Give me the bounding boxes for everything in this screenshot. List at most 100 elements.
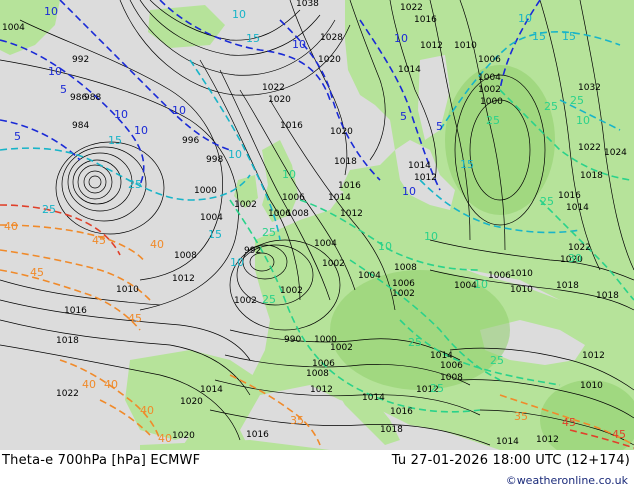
theta-label: 25 <box>262 293 276 306</box>
theta-label: 40 <box>158 432 172 445</box>
pressure-label: 1022 <box>262 83 285 93</box>
pressure-label: 1020 <box>318 55 341 65</box>
theta-label: 25 <box>490 354 504 367</box>
pressure-label: 1008 <box>174 251 197 261</box>
theta-label: 15 <box>532 30 546 43</box>
pressure-label: 1012 <box>414 173 437 183</box>
theta-label: 45 <box>612 428 626 441</box>
theta-label: 25 <box>128 178 142 191</box>
pressure-label: 1018 <box>580 171 603 181</box>
theta-label: 10 <box>114 108 128 121</box>
theta-label: 10 <box>292 38 306 51</box>
theta-label: 15 <box>562 30 576 43</box>
pressure-label: 1016 <box>246 430 269 440</box>
theta-label: 10 <box>232 8 246 21</box>
theta-label: 40 <box>140 404 154 417</box>
pressure-label: 1010 <box>454 41 477 51</box>
pressure-label: 1002 <box>330 343 353 353</box>
pressure-label: 1000 <box>194 186 217 196</box>
pressure-label: 1012 <box>536 435 559 445</box>
pressure-label: 1012 <box>340 209 363 219</box>
pressure-label: 1022 <box>400 3 423 13</box>
theta-label: 45 <box>128 312 142 325</box>
pressure-label: 1002 <box>392 289 415 299</box>
pressure-label: 1014 <box>362 393 385 403</box>
pressure-label: 1028 <box>320 33 343 43</box>
theta-label: 25 <box>262 226 276 239</box>
pressure-label: 1012 <box>420 41 443 51</box>
pressure-label: 1002 <box>234 200 257 210</box>
pressure-label: 1018 <box>334 157 357 167</box>
pressure-label: 1002 <box>322 259 345 269</box>
map-canvas: 1004 992 986 984 988 996 998 1000 1002 1… <box>0 0 634 450</box>
pressure-label: 1004 <box>478 73 501 83</box>
credit-link[interactable]: ©weatheronline.co.uk <box>506 474 628 487</box>
theta-label: 40 <box>150 238 164 251</box>
theta-label: 40 <box>82 378 96 391</box>
theta-label: 35 <box>514 410 528 423</box>
theta-label: 15 <box>246 32 260 45</box>
theta-label: 45 <box>92 234 106 247</box>
pressure-label: 1014 <box>398 65 421 75</box>
pressure-label: 1004 <box>358 271 381 281</box>
theta-label: 10 <box>394 32 408 45</box>
theta-label: 30 <box>568 252 582 265</box>
pressure-label: 984 <box>72 121 89 131</box>
weather-map: 1004 992 986 984 988 996 998 1000 1002 1… <box>0 0 634 490</box>
pressure-label: 1004 <box>200 213 223 223</box>
theta-label: 15 <box>108 134 122 147</box>
theta-label: 25 <box>544 100 558 113</box>
pressure-label: 1018 <box>556 281 579 291</box>
pressure-label: 1016 <box>414 15 437 25</box>
theta-label: 10 <box>576 114 590 127</box>
theta-label: 10 <box>134 124 148 137</box>
pressure-label: 1008 <box>286 209 309 219</box>
theta-label: 10 <box>44 5 58 18</box>
pressure-label: 1004 <box>2 23 25 33</box>
theta-label: 15 <box>460 158 474 171</box>
pressure-label: 1018 <box>596 291 619 301</box>
pressure-label: 1016 <box>558 191 581 201</box>
pressure-label: 1032 <box>578 83 601 93</box>
theta-label: 5 <box>400 110 407 123</box>
theta-label: 25 <box>430 382 444 395</box>
pressure-label: 996 <box>182 136 199 146</box>
pressure-label: 1038 <box>296 0 319 9</box>
pressure-label: 1016 <box>280 121 303 131</box>
pressure-label: 1020 <box>330 127 353 137</box>
theta-label: 40 <box>104 378 118 391</box>
pressure-label: 1002 <box>280 286 303 296</box>
map-title: Theta-e 700hPa [hPa] ECMWF <box>2 453 201 468</box>
pressure-label: 1012 <box>172 274 195 284</box>
pressure-label: 1016 <box>390 407 413 417</box>
theta-label: 45 <box>562 416 576 429</box>
pressure-label: 1022 <box>56 389 79 399</box>
theta-label: 10 <box>48 65 62 78</box>
pressure-label: 1004 <box>314 239 337 249</box>
pressure-label: 1002 <box>478 85 501 95</box>
pressure-label: 1006 <box>478 55 501 65</box>
pressure-label: 1014 <box>328 193 351 203</box>
pressure-label: 1016 <box>64 306 87 316</box>
pressure-label: 1006 <box>392 279 415 289</box>
theta-label: 15 <box>208 228 222 241</box>
pressure-label: 1014 <box>496 437 519 447</box>
pressure-label: 1018 <box>380 425 403 435</box>
theta-label: 40 <box>4 220 18 233</box>
pressure-label: 1006 <box>488 271 511 281</box>
valid-time: Tu 27-01-2026 18:00 UTC (12+174) <box>391 453 630 468</box>
theta-label: 10 <box>424 230 438 243</box>
footer-bar: Theta-e 700hPa [hPa] ECMWF Tu 27-01-2026… <box>0 450 634 490</box>
pressure-label: 1024 <box>604 148 627 158</box>
theta-label: 10 <box>282 168 296 181</box>
theta-label: 10 <box>228 148 242 161</box>
pressure-label: 1014 <box>430 351 453 361</box>
theta-label: 5 <box>60 83 67 96</box>
pressure-label: 1014 <box>408 161 431 171</box>
pressure-label: 1016 <box>338 181 361 191</box>
pressure-label: 1012 <box>582 351 605 361</box>
pressure-label: 1000 <box>480 97 503 107</box>
pressure-label: 1020 <box>180 397 203 407</box>
pressure-label: 1008 <box>394 263 417 273</box>
theta-label: 35 <box>290 414 304 427</box>
